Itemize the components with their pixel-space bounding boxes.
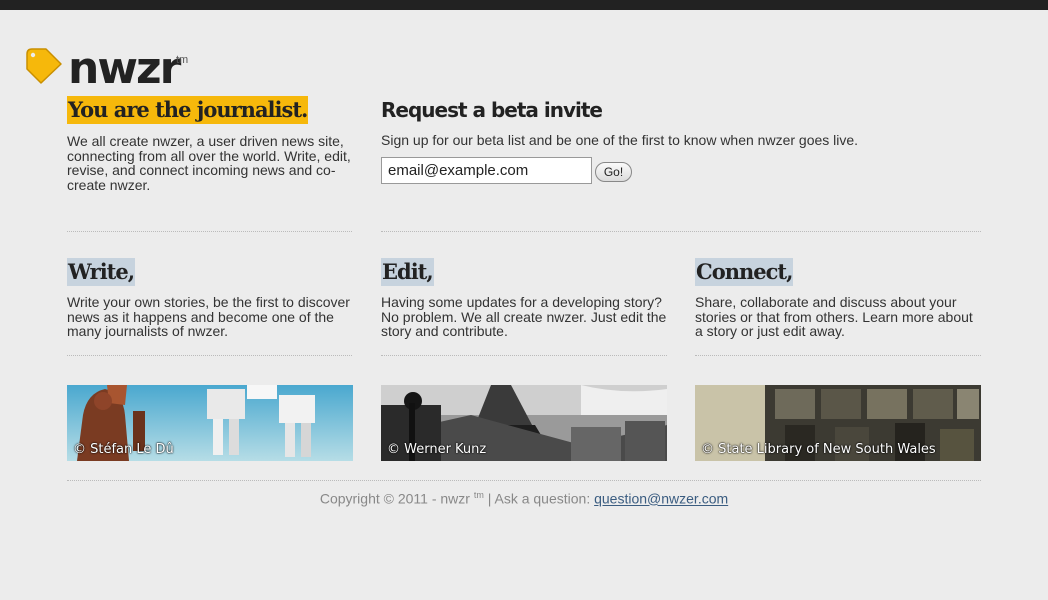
footer: Copyright © 2011 - nwzr tm | Ask a quest… [0, 490, 1048, 507]
invite-form: Go! [381, 157, 981, 185]
divider [695, 355, 981, 356]
divider [67, 355, 352, 356]
feature-title: Write, [67, 258, 135, 286]
photo-credit: © State Library of New South Wales [701, 442, 936, 457]
feature-body: Share, collaborate and discuss about you… [695, 294, 973, 339]
feature-body: Write your own stories, be the first to … [67, 294, 350, 339]
feature-connect: Connect, Share, collaborate and discuss … [695, 258, 981, 339]
divider [67, 231, 352, 232]
divider [381, 231, 981, 232]
beta-invite-section: Request a beta invite Sign up for our be… [381, 96, 981, 185]
intro-body: We all create nwzer, a user driven news … [67, 133, 351, 193]
footer-divider [67, 480, 981, 481]
feature-edit: Edit, Having some updates for a developi… [381, 258, 667, 339]
photo-credit: © Werner Kunz [387, 442, 487, 457]
intro-headline: You are the journalist. [67, 96, 308, 124]
logo-text: nwzr [68, 43, 181, 94]
photo-eiffel: © Werner Kunz [381, 385, 667, 461]
go-button[interactable]: Go! [595, 162, 632, 182]
divider [381, 355, 667, 356]
photo-archive: © State Library of New South Wales [695, 385, 981, 461]
footer-trademark: tm [473, 490, 484, 500]
invite-title: Request a beta invite [381, 98, 603, 122]
photo-credit: © Stéfan Le Dû [73, 442, 174, 457]
feature-write: Write, Write your own stories, be the fi… [67, 258, 353, 339]
feature-title: Edit, [381, 258, 434, 286]
invite-body: Sign up for our beta list and be one of … [381, 132, 859, 148]
photo-stormtroopers: © Stéfan Le Dû [67, 385, 353, 461]
tag-icon [26, 48, 62, 84]
feature-title: Connect, [695, 258, 793, 286]
footer-copyright: Copyright © 2011 - nwzr [319, 490, 470, 507]
top-bar [0, 0, 1048, 10]
contact-email-link[interactable]: question@nwzer.com [594, 491, 728, 507]
intro-section: You are the journalist. We all create nw… [67, 96, 352, 192]
email-input[interactable] [381, 157, 592, 184]
footer-ask-label: | Ask a question: [487, 490, 591, 507]
logo-trademark: tm [176, 54, 189, 66]
feature-body: Having some updates for a developing sto… [381, 294, 667, 339]
